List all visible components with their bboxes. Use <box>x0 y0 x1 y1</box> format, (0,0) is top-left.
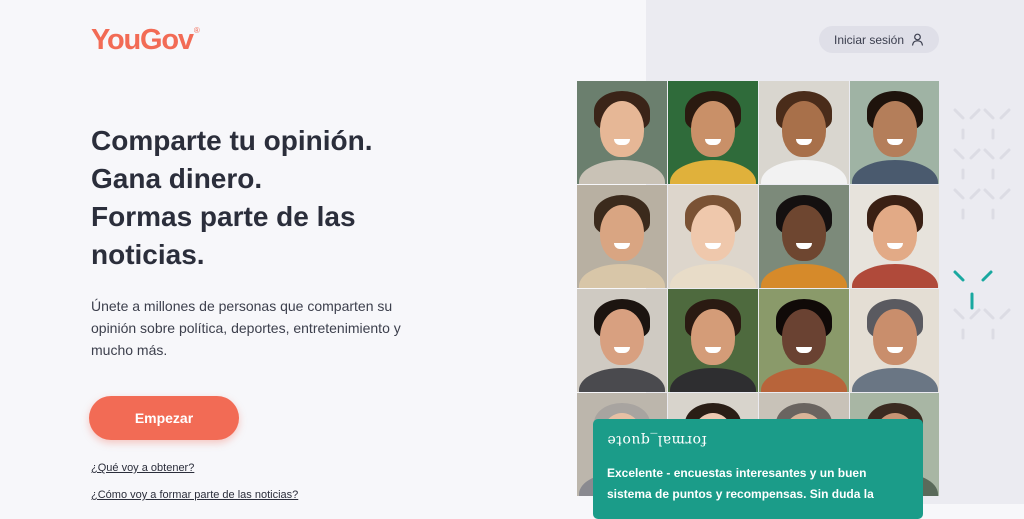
person-photo <box>850 81 939 184</box>
person-photo <box>759 185 849 288</box>
person-photo <box>668 81 758 184</box>
how-news-link[interactable]: ¿Cómo voy a formar parte de las noticias… <box>91 489 298 501</box>
person-photo <box>850 185 939 288</box>
headline-line-2: Gana dinero. <box>91 163 263 194</box>
person-photo <box>850 289 939 392</box>
review-text: Excelente - encuestas interesantes y un … <box>607 466 874 501</box>
login-label: Iniciar sesión <box>833 32 905 47</box>
person-photo <box>577 289 667 392</box>
start-button[interactable]: Empezar <box>89 396 239 440</box>
login-button[interactable]: Iniciar sesión <box>819 26 939 53</box>
person-photo <box>668 289 758 392</box>
yougov-logo[interactable]: YouGov® <box>91 24 200 57</box>
hero-headline: Comparte tu opinión. Gana dinero. Formas… <box>91 122 531 274</box>
person-photo <box>668 185 758 288</box>
what-will-i-get-link[interactable]: ¿Qué voy a obtener? <box>91 462 194 474</box>
person-photo <box>759 81 849 184</box>
person-photo <box>759 289 849 392</box>
headline-line-3: Formas parte de las <box>91 201 356 232</box>
user-icon <box>911 33 924 46</box>
headline-line-1: Comparte tu opinión. <box>91 125 373 156</box>
review-rating: formal_quote <box>607 432 707 448</box>
hero-subtitle: Únete a millones de personas que compart… <box>91 298 401 358</box>
person-photo <box>577 81 667 184</box>
person-photo <box>577 185 667 288</box>
review-card: formal_quote Excelente - encuestas inter… <box>593 419 923 519</box>
decorative-pattern <box>953 108 1011 340</box>
headline-line-4: noticias. <box>91 239 205 270</box>
